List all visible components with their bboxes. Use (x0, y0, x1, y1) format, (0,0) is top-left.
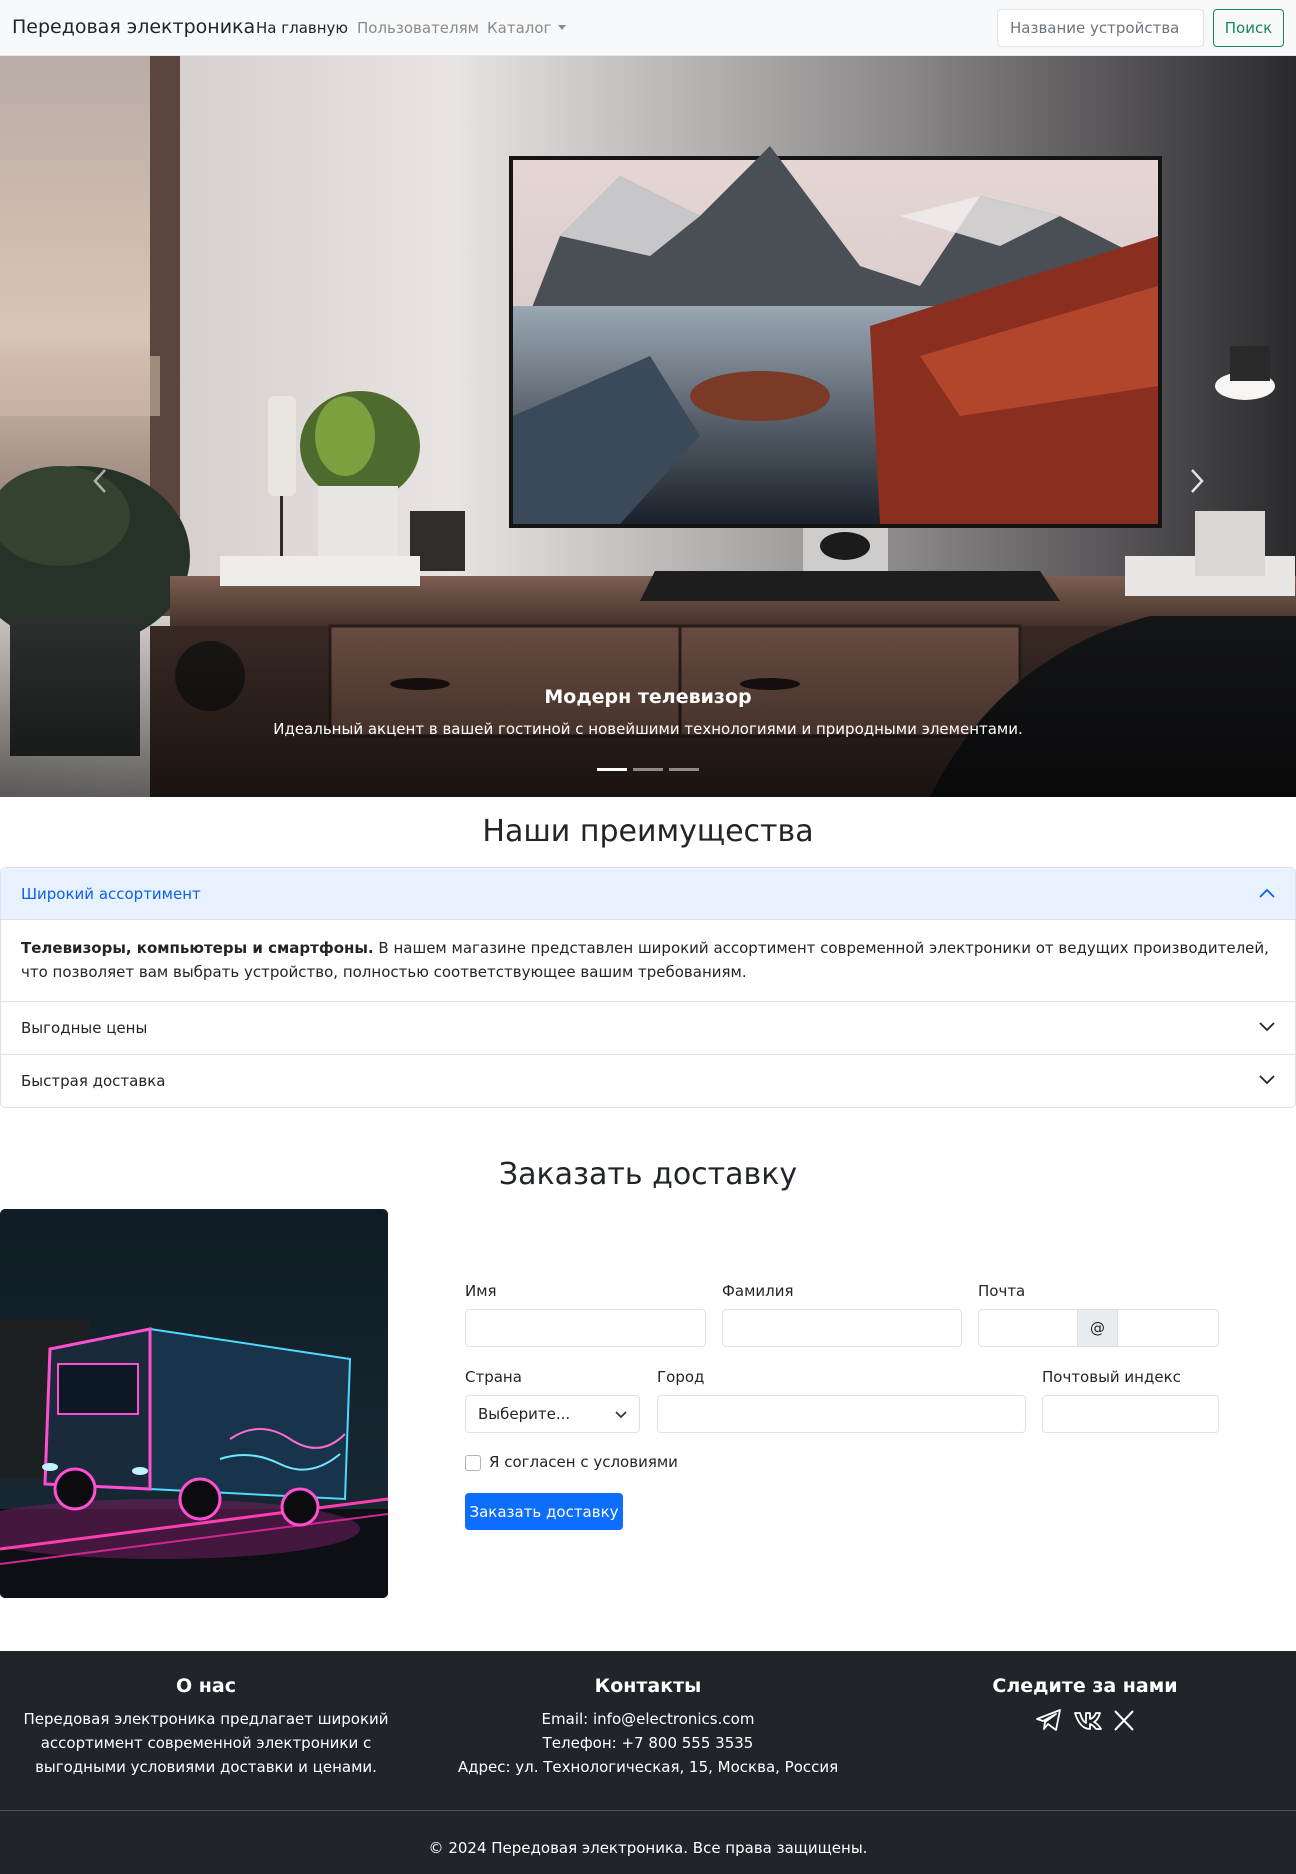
footer-copyright: © 2024 Передовая электроника. Все права … (428, 1839, 868, 1857)
footer-contacts-title: Контакты (594, 1675, 702, 1697)
accordion-body-bold: Телевизоры, компьютеры и смартфоны. (21, 939, 374, 957)
truck-image (0, 1209, 388, 1598)
country-select[interactable]: Выберите... (465, 1395, 640, 1433)
chevron-left-icon (93, 469, 106, 493)
footer-divider (0, 1810, 1296, 1811)
footer-follow-title: Следите за нами (992, 1675, 1178, 1697)
first-name-input[interactable] (465, 1309, 706, 1347)
nav-link-users[interactable]: Пользователям (357, 19, 479, 37)
search-button[interactable]: Поиск (1213, 9, 1284, 47)
carousel-indicator[interactable] (669, 768, 699, 771)
caret-down-icon (558, 25, 567, 30)
carousel-caption-text: Идеальный акцент в вашей гостиной с нове… (273, 720, 1023, 738)
city-input[interactable] (657, 1395, 1026, 1433)
footer-about: О нас Передовая электроника предлагает ш… (0, 1675, 412, 1779)
carousel-indicators (597, 768, 699, 771)
carousel-next-button[interactable] (1182, 456, 1212, 506)
footer-email[interactable]: Email: info@electronics.com (442, 1707, 854, 1731)
vk-icon[interactable] (1073, 1707, 1103, 1733)
email-at-addon: @ (1077, 1309, 1118, 1347)
accordion-title: Широкий ассортимент (21, 884, 201, 903)
social-links (884, 1707, 1286, 1733)
country-label: Страна (465, 1368, 522, 1386)
brand-logo[interactable]: Передовая электроника (12, 16, 255, 38)
carousel-caption-title: Модерн телевизор (544, 686, 752, 708)
carousel-indicator[interactable] (597, 768, 627, 771)
catalog-label: Каталог (487, 19, 552, 37)
city-label: Город (657, 1368, 705, 1386)
nav-link-home[interactable]: На главную (256, 19, 348, 37)
footer: О нас Передовая электроника предлагает ш… (0, 1651, 1296, 1874)
email-label: Почта (978, 1282, 1026, 1300)
footer-address: Адрес: ул. Технологическая, 15, Москва, … (457, 1758, 839, 1776)
email-user-input[interactable] (978, 1309, 1078, 1347)
zip-input[interactable] (1042, 1395, 1219, 1433)
footer-phone[interactable]: Телефон: +7 800 555 3535 (442, 1731, 854, 1755)
accordion-title: Быстрая доставка (21, 1072, 166, 1090)
footer-about-text: Передовая электроника предлагает широкий… (23, 1710, 389, 1776)
last-name-input[interactable] (722, 1309, 962, 1347)
navbar: Передовая электроника На главную Пользов… (0, 0, 1296, 56)
chevron-right-icon (1191, 469, 1204, 493)
footer-contacts: Контакты Email: info@electronics.com Тел… (442, 1675, 854, 1779)
accordion-header-delivery[interactable]: Быстрая доставка (1, 1055, 1295, 1107)
chevron-up-icon (1259, 888, 1275, 898)
accordion-item: Быстрая доставка (1, 1055, 1295, 1107)
agree-checkbox[interactable] (465, 1455, 481, 1471)
telegram-icon[interactable] (1035, 1707, 1063, 1733)
hero-carousel: Модерн телевизор Идеальный акцент в ваше… (0, 56, 1296, 797)
x-icon[interactable] (1113, 1707, 1135, 1733)
accordion-title: Выгодные цены (21, 1019, 148, 1037)
carousel-prev-button[interactable] (85, 456, 115, 506)
advantages-title: Наши преимущества (482, 814, 814, 849)
chevron-down-icon (1259, 1022, 1275, 1032)
zip-label: Почтовый индекс (1042, 1368, 1181, 1386)
footer-social: Следите за нами (884, 1675, 1286, 1733)
chevron-down-icon (615, 1411, 627, 1419)
accordion-item: Выгодные цены (1, 1002, 1295, 1055)
advantages-accordion: Широкий ассортимент Телевизоры, компьюте… (0, 867, 1296, 1108)
agree-label[interactable]: Я согласен с условиями (489, 1453, 678, 1471)
accordion-header-assortment[interactable]: Широкий ассортимент (1, 868, 1295, 920)
chevron-down-icon (1259, 1075, 1275, 1085)
first-name-label: Имя (465, 1282, 497, 1300)
accordion-body: Телевизоры, компьютеры и смартфоны. В на… (1, 920, 1295, 1001)
country-selected-value: Выберите... (478, 1405, 571, 1423)
footer-about-title: О нас (176, 1675, 236, 1697)
order-submit-button[interactable]: Заказать доставку (465, 1493, 623, 1530)
search-input[interactable] (997, 9, 1204, 47)
last-name-label: Фамилия (722, 1282, 794, 1300)
order-title: Заказать доставку (498, 1157, 798, 1192)
accordion-item: Широкий ассортимент Телевизоры, компьюте… (1, 868, 1295, 1002)
nav-link-catalog[interactable]: Каталог (487, 19, 567, 37)
email-domain-input[interactable] (1117, 1309, 1219, 1347)
carousel-indicator[interactable] (633, 768, 663, 771)
accordion-header-prices[interactable]: Выгодные цены (1, 1002, 1295, 1054)
